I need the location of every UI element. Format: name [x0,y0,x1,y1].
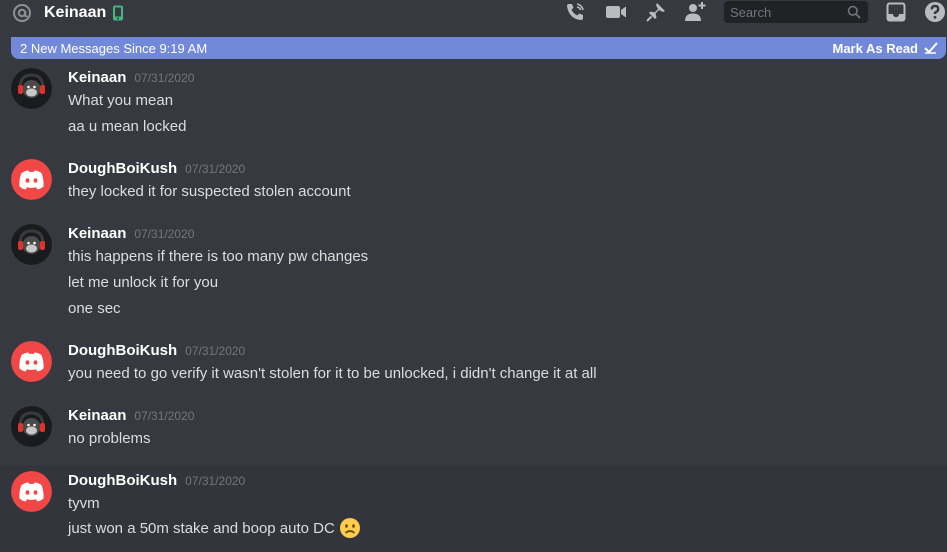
gorilla-headphones-avatar[interactable] [11,224,52,265]
pin-icon[interactable] [645,1,667,23]
message-content: no problems [68,429,151,447]
new-messages-text[interactable]: 2 New Messages Since 9:19 AM [20,41,207,56]
message-timestamp: 07/31/2020 [134,227,195,241]
inbox-icon[interactable] [885,1,907,23]
mobile-phone-icon [113,5,124,21]
channel-header: Keinaan [0,0,947,36]
message-group: DoughBoiKush 07/31/2020 you need to go v… [0,335,947,387]
search-input[interactable] [730,4,840,20]
discord-default-avatar[interactable] [11,471,52,512]
message-group: DoughBoiKush 07/31/2020 tyvm just won a … [0,465,947,552]
message-header: DoughBoiKush 07/31/2020 [68,160,245,177]
author-name[interactable]: Keinaan [68,407,126,424]
gorilla-headphones-avatar[interactable] [11,406,52,447]
mark-read-icon[interactable] [924,41,938,55]
add-friend-icon[interactable] [684,1,706,23]
message-content: What you mean [68,91,174,109]
message-header: Keinaan 07/31/2020 [68,69,194,86]
message-group: DoughBoiKush 07/31/2020 they locked it f… [0,153,947,205]
help-icon[interactable] [924,1,946,23]
message-header: DoughBoiKush 07/31/2020 [68,342,245,359]
message-group: Keinaan 07/31/2020 this happens if there… [0,218,947,322]
message-timestamp: 07/31/2020 [134,409,195,423]
mark-as-read-label[interactable]: Mark As Read [833,41,919,56]
message-content: this happens if there is too many pw cha… [68,247,369,265]
mark-as-read-button[interactable]: Mark As Read [833,41,939,56]
message-header: DoughBoiKush 07/31/2020 [68,472,245,489]
search-box[interactable] [724,1,868,23]
message-content: you need to go verify it wasn't stolen f… [68,364,597,382]
channel-title-area: Keinaan [12,2,124,24]
message-header: Keinaan 07/31/2020 [68,407,194,424]
frowning-face-emoji[interactable] [339,517,361,539]
message-content: one sec [68,299,121,317]
at-icon [13,4,31,22]
video-icon[interactable] [605,1,627,23]
discord-default-avatar[interactable] [11,159,52,200]
message-content: aa u mean locked [68,117,187,135]
message-timestamp: 07/31/2020 [185,344,246,358]
author-name[interactable]: Keinaan [68,69,126,86]
message-content: they locked it for suspected stolen acco… [68,182,351,200]
new-messages-bar[interactable]: 2 New Messages Since 9:19 AM Mark As Rea… [11,37,946,59]
author-name[interactable]: Keinaan [68,225,126,242]
discord-default-avatar[interactable] [11,341,52,382]
message-header: Keinaan 07/31/2020 [68,225,194,242]
message-timestamp: 07/31/2020 [134,71,195,85]
search-icon[interactable] [847,5,861,19]
author-name[interactable]: DoughBoiKush [68,342,177,359]
message-group: Keinaan 07/31/2020 no problems [0,400,947,452]
gorilla-headphones-avatar[interactable] [11,68,52,109]
message-timestamp: 07/31/2020 [185,162,246,176]
message-content: just won a 50m stake and boop auto DC [68,519,335,537]
channel-name: Keinaan [44,4,107,21]
message-timestamp: 07/31/2020 [185,474,246,488]
message-content-row: just won a 50m stake and boop auto DC [68,516,361,540]
message-content: let me unlock it for you [68,273,219,291]
message-group: Keinaan 07/31/2020 What you mean aa u me… [0,62,947,142]
author-name[interactable]: DoughBoiKush [68,472,177,489]
message-content: tyvm [68,494,100,512]
call-icon[interactable] [564,1,586,23]
author-name[interactable]: DoughBoiKush [68,160,177,177]
